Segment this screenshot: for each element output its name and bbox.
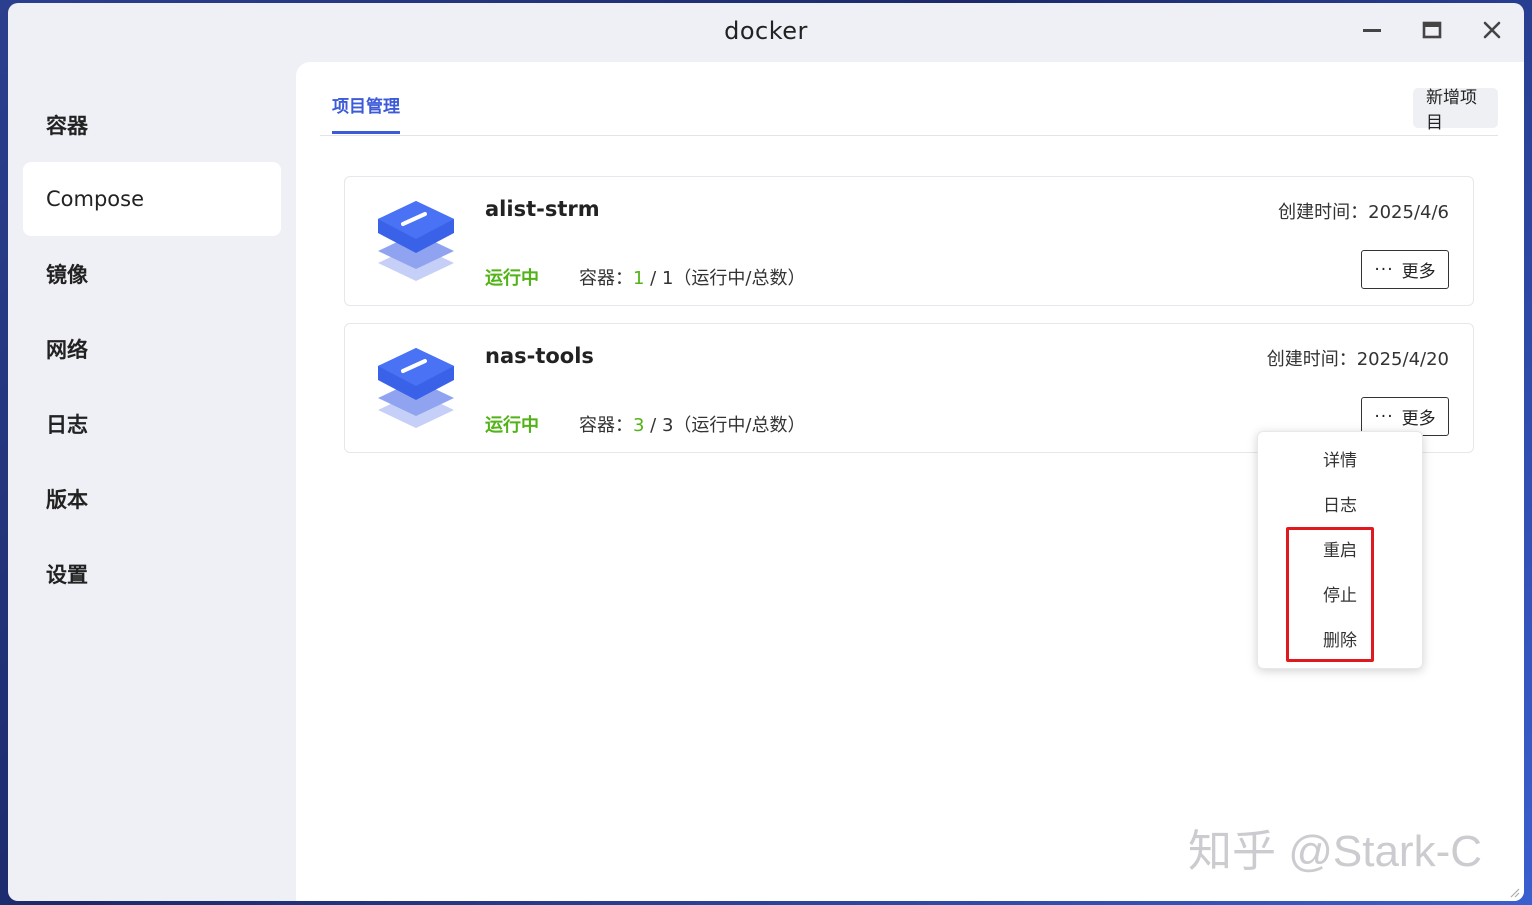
menu-item-logs[interactable]: 日志: [1258, 486, 1422, 526]
tab-project-management[interactable]: 项目管理: [332, 92, 400, 134]
container-count-label: 容器：: [579, 268, 633, 289]
sidebar-item-compose[interactable]: Compose: [23, 162, 281, 236]
sidebar-item-settings[interactable]: 设置: [23, 537, 281, 611]
project-name: alist-strm: [485, 197, 600, 221]
running-count: 1: [633, 268, 645, 289]
red-highlight-box: [1286, 527, 1374, 662]
minimize-button[interactable]: [1357, 15, 1387, 45]
menu-item-details[interactable]: 详情: [1258, 441, 1422, 481]
sidebar-item-containers[interactable]: 容器: [23, 88, 281, 162]
tab-bar: 项目管理 新增项目: [320, 62, 1498, 136]
minimize-icon: [1363, 29, 1381, 32]
stack-icon: [378, 201, 454, 281]
add-project-button[interactable]: 新增项目: [1413, 88, 1498, 133]
stack-icon: [378, 348, 454, 428]
ellipsis-icon: ···: [1374, 406, 1394, 427]
container-count-label: 容器：: [579, 415, 633, 436]
ellipsis-icon: ···: [1374, 259, 1394, 280]
status-badge: 运行中: [485, 268, 539, 289]
total-count-text: / 1（运行中/总数）: [644, 268, 806, 289]
sidebar: 容器 Compose 镜像 网络 日志 版本 设置: [8, 61, 296, 901]
more-button[interactable]: ··· 更多: [1361, 250, 1449, 289]
sidebar-item-network[interactable]: 网络: [23, 312, 281, 386]
container-count: 容器：3 / 3（运行中/总数）: [579, 411, 805, 437]
more-label: 更多: [1401, 262, 1436, 282]
resize-grip-icon[interactable]: [1506, 883, 1520, 898]
running-count: 3: [633, 415, 645, 436]
maximize-icon: [1422, 21, 1442, 39]
created-time: 创建时间：2025/4/6: [1278, 202, 1449, 223]
more-label: 更多: [1401, 409, 1436, 429]
title-bar: docker: [8, 3, 1524, 61]
container-count: 容器：1 / 1（运行中/总数）: [579, 264, 805, 290]
close-icon: [1483, 21, 1501, 39]
close-button[interactable]: [1477, 15, 1507, 45]
sidebar-item-version[interactable]: 版本: [23, 462, 281, 536]
project-name: nas-tools: [485, 344, 594, 368]
created-time: 创建时间：2025/4/20: [1266, 349, 1449, 370]
maximize-button[interactable]: [1417, 15, 1447, 45]
sidebar-item-logs[interactable]: 日志: [23, 387, 281, 461]
sidebar-item-images[interactable]: 镜像: [23, 237, 281, 311]
project-card: alist-strm 运行中 容器：1 / 1（运行中/总数） 创建时间：202…: [344, 176, 1474, 306]
more-dropdown-menu: 详情 日志 重启 停止 删除: [1257, 431, 1423, 669]
window-title: docker: [724, 17, 808, 45]
total-count-text: / 3（运行中/总数）: [644, 415, 806, 436]
watermark: 知乎 @Stark-C: [1188, 827, 1483, 876]
status-badge: 运行中: [485, 415, 539, 436]
